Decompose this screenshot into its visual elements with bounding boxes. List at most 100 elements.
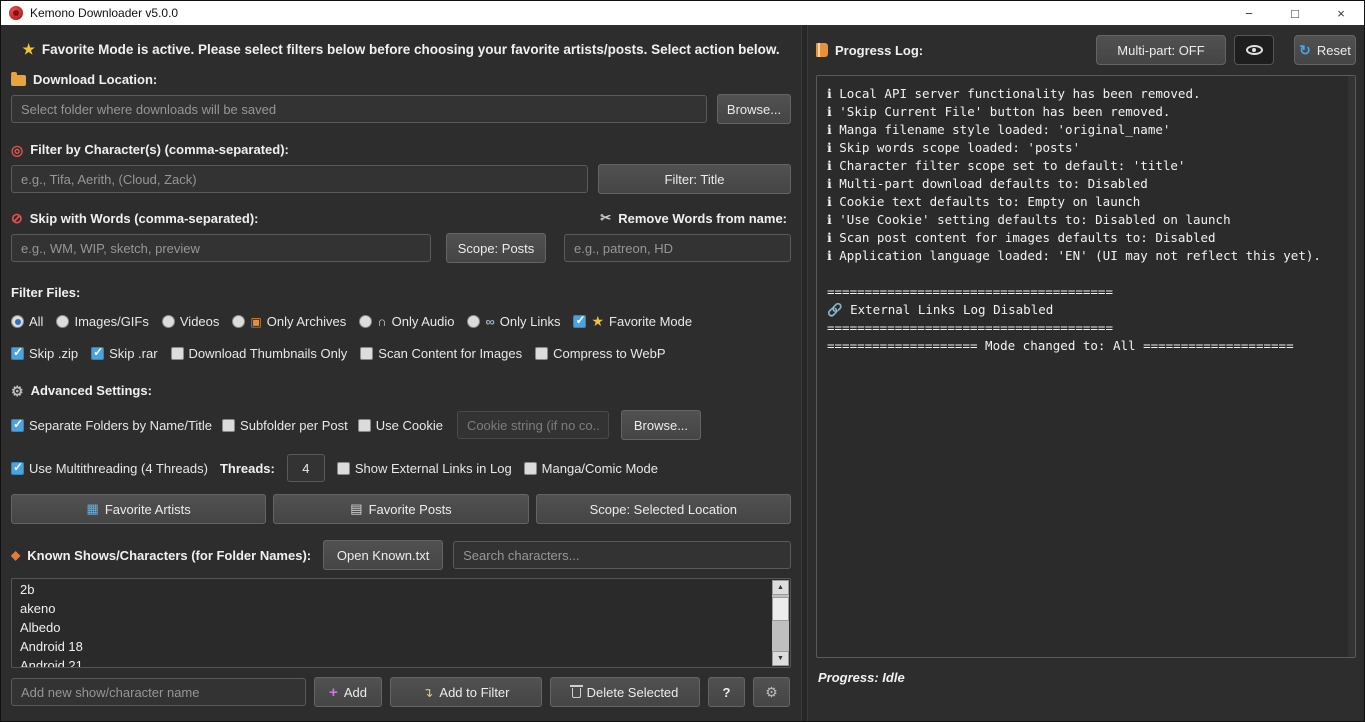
manga-mode-checkbox[interactable]: Manga/Comic Mode	[524, 461, 658, 476]
eye-button[interactable]	[1234, 35, 1274, 65]
skip-words-input[interactable]	[11, 234, 431, 262]
panel-splitter[interactable]	[801, 25, 808, 721]
list-scrollbar[interactable]: ▲ ▼	[772, 580, 789, 666]
favorite-mode-checkbox[interactable]: ★ Favorite Mode	[573, 313, 692, 330]
favorite-artists-label: Favorite Artists	[105, 502, 191, 517]
radio-all[interactable]: All	[11, 314, 43, 329]
radio-label: Only Audio	[392, 314, 455, 329]
help-button[interactable]: ?	[708, 677, 745, 707]
character-filter-section: ◎ Filter by Character(s) (comma-separate…	[11, 142, 791, 157]
list-item[interactable]: akeno	[12, 599, 770, 618]
list-items: 2b akeno Albedo Android 18 Android 21	[12, 580, 770, 668]
radio-mark	[162, 315, 175, 328]
favorite-posts-label: Favorite Posts	[369, 502, 452, 517]
list-item[interactable]: Android 18	[12, 637, 770, 656]
close-button[interactable]: ×	[1318, 1, 1364, 25]
scroll-down-button[interactable]: ▼	[772, 651, 789, 666]
radio-mark	[359, 315, 372, 328]
character-filter-input[interactable]	[11, 165, 588, 193]
star-icon: ★	[591, 313, 604, 330]
delete-selected-button[interactable]: Delete Selected	[550, 677, 700, 707]
search-characters-input[interactable]	[453, 541, 791, 569]
log-line: ℹ Character filter scope set to default:…	[827, 157, 1345, 175]
skip-zip-checkbox[interactable]: Skip .zip	[11, 346, 78, 361]
list-item[interactable]: Albedo	[12, 618, 770, 637]
favorite-posts-button[interactable]: ▤ Favorite Posts	[273, 494, 528, 524]
thumbnails-only-checkbox[interactable]: Download Thumbnails Only	[171, 346, 348, 361]
show-external-links-checkbox[interactable]: Show External Links in Log	[337, 461, 512, 476]
remove-words-input[interactable]	[564, 234, 791, 262]
log-line: ======================================	[827, 283, 1345, 301]
add-to-filter-button[interactable]: ↴ Add to Filter	[390, 677, 542, 707]
checkbox-mark	[337, 462, 350, 475]
advanced-settings-label: Advanced Settings:	[31, 383, 152, 398]
advanced-settings-section: ⚙ Advanced Settings:	[11, 383, 791, 398]
favorite-artists-button[interactable]: ▦ Favorite Artists	[11, 494, 266, 524]
radio-only-links[interactable]: ∞ Only Links	[467, 314, 560, 329]
open-known-txt-button[interactable]: Open Known.txt	[323, 540, 443, 570]
list-item[interactable]: Android 21	[12, 656, 770, 668]
maximize-button[interactable]: □	[1272, 1, 1318, 25]
skip-rar-checkbox[interactable]: Skip .rar	[91, 346, 157, 361]
radio-videos[interactable]: Videos	[162, 314, 220, 329]
log-line: ℹ 'Use Cookie' setting defaults to: Disa…	[827, 211, 1345, 229]
reset-label: Reset	[1317, 43, 1351, 58]
cookie-string-input[interactable]	[457, 411, 609, 439]
delete-selected-label: Delete Selected	[587, 685, 679, 700]
artists-icon: ▦	[87, 501, 99, 517]
multipart-toggle-button[interactable]: Multi-part: OFF	[1096, 35, 1226, 65]
add-button[interactable]: + Add	[314, 677, 382, 707]
browse-download-button[interactable]: Browse...	[717, 94, 791, 124]
arrow-down-right-icon: ↴	[423, 686, 434, 699]
scroll-track[interactable]	[772, 595, 789, 651]
skip-words-label: Skip with Words (comma-separated):	[30, 211, 259, 226]
list-item[interactable]: 2b	[12, 580, 770, 599]
compress-webp-checkbox[interactable]: Compress to WebP	[535, 346, 665, 361]
checkbox-label: Use Cookie	[376, 418, 443, 433]
radio-images-gifs[interactable]: Images/GIFs	[56, 314, 148, 329]
checkbox-mark	[573, 315, 586, 328]
checkbox-label: Skip .rar	[109, 346, 157, 361]
remove-words-section: ✂ Remove Words from name:	[600, 210, 787, 226]
character-filter-label: Filter by Character(s) (comma-separated)…	[30, 142, 289, 157]
download-location-input[interactable]	[11, 95, 707, 123]
app-window: Kemono Downloader v5.0.0 − □ × ★ Favorit…	[0, 0, 1365, 722]
radio-only-archives[interactable]: ▣ Only Archives	[232, 314, 346, 329]
checkbox-label: Scan Content for Images	[378, 346, 522, 361]
subfolder-per-post-checkbox[interactable]: Subfolder per Post	[222, 418, 348, 433]
checkbox-label: Manga/Comic Mode	[542, 461, 658, 476]
scan-content-checkbox[interactable]: Scan Content for Images	[360, 346, 522, 361]
right-panel: Progress Log: Multi-part: OFF ↻ Reset ℹ …	[808, 25, 1364, 721]
use-cookie-checkbox[interactable]: Use Cookie	[358, 418, 443, 433]
scroll-up-button[interactable]: ▲	[772, 580, 789, 595]
scope-location-label: Scope: Selected Location	[590, 502, 737, 517]
checkbox-label: Show External Links in Log	[355, 461, 512, 476]
progress-log-header: Progress Log: Multi-part: OFF ↻ Reset	[816, 35, 1356, 65]
log-line: ℹ Multi-part download defaults to: Disab…	[827, 175, 1345, 193]
filter-files-section: Filter Files:	[11, 285, 791, 300]
log-scrollbar[interactable]	[1348, 76, 1355, 657]
multithreading-checkbox[interactable]: Use Multithreading (4 Threads)	[11, 461, 208, 476]
separate-folders-checkbox[interactable]: Separate Folders by Name/Title	[11, 418, 212, 433]
scope-selected-location-button[interactable]: Scope: Selected Location	[536, 494, 791, 524]
reset-button[interactable]: ↻ Reset	[1294, 35, 1356, 65]
radio-label: Only Archives	[267, 314, 346, 329]
add-character-input[interactable]	[11, 678, 306, 706]
browse-cookie-button[interactable]: Browse...	[621, 410, 701, 440]
add-to-filter-label: Add to Filter	[439, 685, 509, 700]
scroll-thumb[interactable]	[772, 597, 789, 621]
skip-scope-button[interactable]: Scope: Posts	[446, 233, 546, 263]
radio-label: Only Links	[500, 314, 561, 329]
log-line: ℹ Application language loaded: 'EN' (UI …	[827, 247, 1345, 265]
progress-log[interactable]: ℹ Local API server functionality has bee…	[816, 75, 1356, 658]
minimize-button[interactable]: −	[1226, 1, 1272, 25]
skip-words-section: ⊘ Skip with Words (comma-separated):	[11, 211, 258, 226]
checkbox-label: Subfolder per Post	[240, 418, 348, 433]
radio-only-audio[interactable]: ∩ Only Audio	[359, 314, 454, 329]
filter-scope-button[interactable]: Filter: Title	[598, 164, 791, 194]
settings-button[interactable]: ⚙	[753, 677, 790, 707]
character-icon: ◆	[11, 548, 20, 562]
known-characters-list[interactable]: 2b akeno Albedo Android 18 Android 21 ▲ …	[11, 578, 791, 668]
threads-input[interactable]	[287, 454, 325, 482]
radio-mark	[56, 315, 69, 328]
